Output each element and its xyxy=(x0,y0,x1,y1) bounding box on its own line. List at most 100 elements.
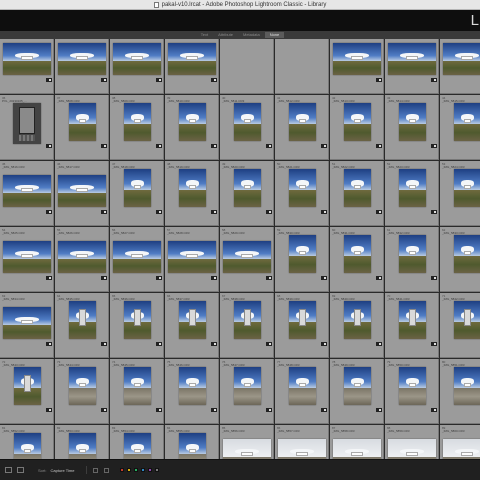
edit-badge-icon[interactable] xyxy=(211,276,217,280)
photo-thumbnail[interactable] xyxy=(69,433,96,459)
photo-thumbnail[interactable] xyxy=(289,367,316,405)
photo-thumbnail[interactable] xyxy=(168,241,216,273)
thumbnail-grid[interactable]: 36 PXL_20230105_... 37 _IMG_5808.CR3 38 _IMG_… xyxy=(0,39,480,459)
edit-badge-icon[interactable] xyxy=(321,276,327,280)
photo-thumbnail[interactable] xyxy=(344,367,371,405)
thumbnail-cell[interactable] xyxy=(110,39,164,94)
pick-flag-icon[interactable] xyxy=(93,467,99,473)
thumbnail-cell[interactable]: 69 _IMG_5840.CR3 xyxy=(330,293,384,358)
thumbnail-cell[interactable]: 89 _IMG_5860.CR3 xyxy=(440,425,480,459)
thumbnail-cell[interactable]: 67 _IMG_5838.CR3 xyxy=(220,293,274,358)
thumbnail-cell[interactable]: 55 _IMG_5826.CR3 xyxy=(55,227,109,292)
thumbnail-cell[interactable]: 63 _IMG_5834.CR3 xyxy=(0,293,54,358)
edit-badge-icon[interactable] xyxy=(46,78,52,82)
photo-thumbnail[interactable] xyxy=(179,169,206,207)
edit-badge-icon[interactable] xyxy=(321,342,327,346)
edit-badge-icon[interactable] xyxy=(101,210,107,214)
thumbnail-cell[interactable] xyxy=(440,39,480,94)
thumbnail-cell[interactable]: 86 _IMG_5857.CR3 xyxy=(275,425,329,459)
thumbnail-cell[interactable]: 38 _IMG_5809.CR3 xyxy=(110,95,164,160)
thumbnail-cell[interactable]: 68 _IMG_5839.CR3 xyxy=(275,293,329,358)
thumbnail-cell[interactable]: 50 _IMG_5821.CR3 xyxy=(275,161,329,226)
edit-badge-icon[interactable] xyxy=(321,408,327,412)
photo-thumbnail[interactable] xyxy=(234,367,261,405)
thumbnail-cell[interactable]: 65 _IMG_5836.CR3 xyxy=(110,293,164,358)
grid-view-icon[interactable] xyxy=(5,467,12,473)
thumbnail-cell[interactable]: 58 _IMG_5829.CR3 xyxy=(220,227,274,292)
color-label-swatch[interactable] xyxy=(127,468,132,472)
thumbnail-cell[interactable]: 80 _IMG_5851.CR3 xyxy=(440,359,480,424)
photo-thumbnail[interactable] xyxy=(388,439,436,459)
photo-thumbnail[interactable] xyxy=(14,367,41,405)
photo-thumbnail[interactable] xyxy=(124,301,151,339)
color-label-swatch[interactable] xyxy=(141,468,146,472)
photo-thumbnail[interactable] xyxy=(333,439,381,459)
photo-thumbnail[interactable] xyxy=(454,103,480,141)
edit-badge-icon[interactable] xyxy=(376,210,382,214)
edit-badge-icon[interactable] xyxy=(156,210,162,214)
thumbnail-cell[interactable]: 36 PXL_20230105_... xyxy=(0,95,54,160)
photo-thumbnail[interactable] xyxy=(58,175,106,207)
thumbnail-cell[interactable]: 56 _IMG_5827.CR3 xyxy=(110,227,164,292)
photo-thumbnail[interactable] xyxy=(3,241,51,273)
thumbnail-cell[interactable]: 61 _IMG_5832.CR3 xyxy=(385,227,439,292)
thumbnail-cell[interactable]: 44 _IMG_5815.CR3 xyxy=(440,95,480,160)
color-label-swatch[interactable] xyxy=(134,468,139,472)
photo-thumbnail[interactable] xyxy=(443,439,480,459)
thumbnail-cell[interactable]: 73 _IMG_5844.CR3 xyxy=(55,359,109,424)
edit-badge-icon[interactable] xyxy=(156,342,162,346)
photo-thumbnail[interactable] xyxy=(69,367,96,405)
photo-thumbnail[interactable] xyxy=(3,175,51,207)
reject-flag-icon[interactable] xyxy=(104,467,110,473)
edit-badge-icon[interactable] xyxy=(101,78,107,82)
thumbnail-cell[interactable]: 66 _IMG_5837.CR3 xyxy=(165,293,219,358)
filter-tab-attribute[interactable]: Attribute xyxy=(213,32,238,38)
photo-thumbnail[interactable] xyxy=(58,241,106,273)
edit-badge-icon[interactable] xyxy=(46,276,52,280)
photo-thumbnail[interactable] xyxy=(124,367,151,405)
edit-badge-icon[interactable] xyxy=(321,210,327,214)
edit-badge-icon[interactable] xyxy=(376,78,382,82)
photo-thumbnail[interactable] xyxy=(124,169,151,207)
thumbnail-cell[interactable]: 43 _IMG_5814.CR3 xyxy=(385,95,439,160)
thumbnail-cell[interactable]: 37 _IMG_5808.CR3 xyxy=(55,95,109,160)
photo-thumbnail[interactable] xyxy=(69,103,96,141)
thumbnail-cell[interactable] xyxy=(165,39,219,94)
photo-thumbnail[interactable] xyxy=(223,241,271,273)
thumbnail-cell[interactable]: 85 _IMG_5856.CR3 xyxy=(220,425,274,459)
photo-thumbnail[interactable] xyxy=(454,169,480,207)
thumbnail-cell[interactable]: 57 _IMG_5828.CR3 xyxy=(165,227,219,292)
thumbnail-cell[interactable] xyxy=(220,39,274,94)
thumbnail-cell[interactable]: 79 _IMG_5850.CR3 xyxy=(385,359,439,424)
thumbnail-cell[interactable] xyxy=(275,39,329,94)
thumbnail-cell[interactable]: 74 _IMG_5845.CR3 xyxy=(110,359,164,424)
photo-thumbnail[interactable] xyxy=(124,103,151,141)
loupe-view-icon[interactable] xyxy=(17,467,24,473)
thumbnail-cell[interactable]: 81 _IMG_5852.CR3 xyxy=(0,425,54,459)
photo-thumbnail[interactable] xyxy=(344,103,371,141)
edit-badge-icon[interactable] xyxy=(46,210,52,214)
photo-thumbnail[interactable] xyxy=(179,301,206,339)
edit-badge-icon[interactable] xyxy=(321,144,327,148)
photo-thumbnail[interactable] xyxy=(399,301,426,339)
thumbnail-cell[interactable]: 39 _IMG_5810.CR3 xyxy=(165,95,219,160)
thumbnail-cell[interactable] xyxy=(0,39,54,94)
photo-thumbnail[interactable] xyxy=(179,433,206,459)
photo-thumbnail[interactable] xyxy=(289,235,316,273)
thumbnail-cell[interactable]: 82 _IMG_5853.CR3 xyxy=(55,425,109,459)
thumbnail-cell[interactable] xyxy=(55,39,109,94)
color-label-swatch[interactable] xyxy=(120,468,125,472)
photo-thumbnail[interactable] xyxy=(399,103,426,141)
photo-thumbnail[interactable] xyxy=(124,433,151,459)
thumbnail-cell[interactable]: 45 _IMG_5816.CR3 xyxy=(0,161,54,226)
photo-thumbnail[interactable] xyxy=(234,169,261,207)
photo-thumbnail[interactable] xyxy=(113,43,161,75)
edit-badge-icon[interactable] xyxy=(376,342,382,346)
edit-badge-icon[interactable] xyxy=(101,144,107,148)
photo-thumbnail[interactable] xyxy=(58,43,106,75)
thumbnail-cell[interactable]: 62 _IMG_5833.CR3 xyxy=(440,227,480,292)
filter-tab-metadata[interactable]: Metadata xyxy=(238,32,265,38)
edit-badge-icon[interactable] xyxy=(431,342,437,346)
thumbnail-cell[interactable]: 60 _IMG_5831.CR3 xyxy=(330,227,384,292)
edit-badge-icon[interactable] xyxy=(46,144,52,148)
